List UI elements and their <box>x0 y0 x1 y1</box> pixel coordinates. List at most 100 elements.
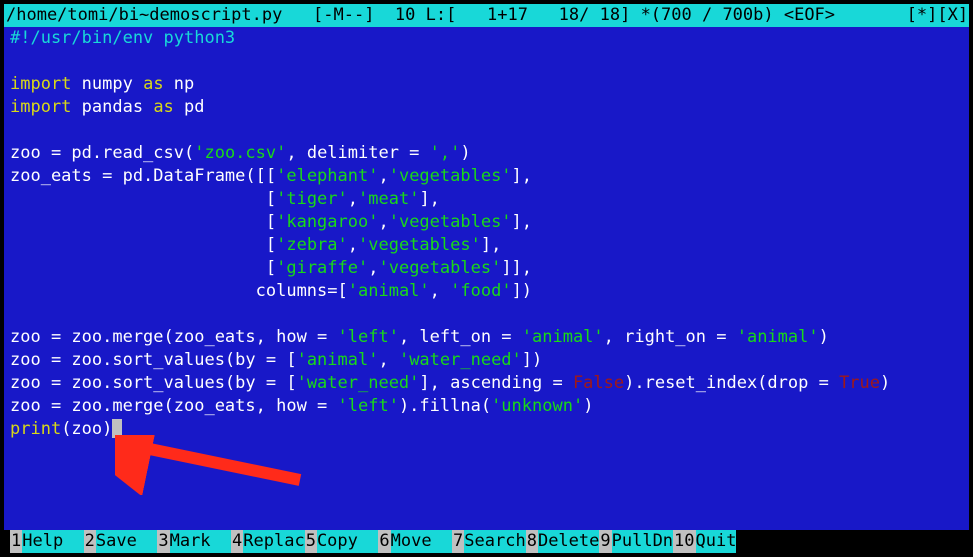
string: 'left' <box>338 396 399 416</box>
fkey-label: Help <box>22 530 83 553</box>
code: ).reset_index(drop = <box>624 373 839 393</box>
code: , <box>430 281 450 301</box>
editor-window: /home/tomi/bi~demoscript.py [-M--] 10 L:… <box>4 4 969 553</box>
fkey-num: 2 <box>84 530 96 553</box>
module: numpy <box>82 74 133 94</box>
fkey-num: 9 <box>599 530 611 553</box>
string: 'food' <box>450 281 511 301</box>
fkey-num: 3 <box>157 530 169 553</box>
code: , delimiter = <box>286 143 429 163</box>
fkey-copy[interactable]: 5Copy <box>305 530 379 553</box>
function-key-bar: 1Help 2Save 3Mark 4Replac 5Copy 6Move 7S… <box>4 530 969 553</box>
code: zoo = pd.read_csv( <box>10 143 194 163</box>
kw-as: as <box>133 74 174 94</box>
code: [ <box>10 212 276 232</box>
code: ]) <box>522 350 542 370</box>
fkey-num: 6 <box>378 530 390 553</box>
kw-as: as <box>143 97 184 117</box>
code: , left_on = <box>399 327 522 347</box>
code: , <box>378 350 398 370</box>
fkey-label: Search <box>464 530 525 553</box>
title-bar: /home/tomi/bi~demoscript.py [-M--] 10 L:… <box>4 4 969 27</box>
code: zoo = zoo.merge(zoo_eats, how = <box>10 396 338 416</box>
code: , <box>348 189 358 209</box>
fkey-save[interactable]: 2Save <box>84 530 158 553</box>
fkey-help[interactable]: 1Help <box>10 530 84 553</box>
string: 'giraffe' <box>276 258 368 278</box>
kw-bool: False <box>573 373 624 393</box>
fkey-num: 7 <box>452 530 464 553</box>
fkey-mark[interactable]: 3Mark <box>157 530 231 553</box>
fkey-label: Copy <box>317 530 378 553</box>
code: ], <box>512 212 532 232</box>
fkey-num: 4 <box>231 530 243 553</box>
string: 'vegetables' <box>378 258 501 278</box>
string: 'tiger' <box>276 189 348 209</box>
code: , right_on = <box>604 327 737 347</box>
string: 'water_need' <box>297 373 420 393</box>
code: columns=[ <box>10 281 348 301</box>
code: ], <box>419 189 439 209</box>
module: pandas <box>82 97 143 117</box>
kw-import: import <box>10 97 82 117</box>
string: 'water_need' <box>399 350 522 370</box>
code: , <box>378 166 388 186</box>
string: 'animal' <box>522 327 604 347</box>
code: ) <box>819 327 829 347</box>
string: 'meat' <box>358 189 419 209</box>
string: 'kangaroo' <box>276 212 378 232</box>
code: ], ascending = <box>419 373 573 393</box>
code-area[interactable]: #!/usr/bin/env python3 import numpy as n… <box>4 27 969 530</box>
string: 'vegetables' <box>389 212 512 232</box>
code: (zoo) <box>61 419 112 439</box>
string: 'left' <box>338 327 399 347</box>
kw-import: import <box>10 74 82 94</box>
fkey-pulldn[interactable]: 9PullDn <box>599 530 673 553</box>
code: zoo_eats = pd.DataFrame([[ <box>10 166 276 186</box>
fkey-quit[interactable]: 10Quit <box>673 530 736 553</box>
code: , <box>348 235 358 255</box>
fkey-replace[interactable]: 4Replac <box>231 530 305 553</box>
fkey-num: 1 <box>10 530 22 553</box>
code: zoo = zoo.sort_values(by = [ <box>10 350 297 370</box>
code: ) <box>880 373 890 393</box>
code: [ <box>10 258 276 278</box>
code: ], <box>512 166 532 186</box>
kw-bool: True <box>839 373 880 393</box>
code: , <box>378 212 388 232</box>
fkey-num: 10 <box>673 530 695 553</box>
alias: pd <box>184 97 204 117</box>
string: 'zoo.csv' <box>194 143 286 163</box>
file-path: /home/tomi/bi~demoscript.py <box>6 4 282 27</box>
fkey-label: Replac <box>243 530 304 553</box>
string: 'vegetables' <box>389 166 512 186</box>
code: ) <box>583 396 593 416</box>
code: , <box>368 258 378 278</box>
string: 'vegetables' <box>358 235 481 255</box>
string: 'elephant' <box>276 166 378 186</box>
builtin: print <box>10 419 61 439</box>
string: 'unknown' <box>491 396 583 416</box>
fkey-search[interactable]: 7Search <box>452 530 526 553</box>
string: 'animal' <box>348 281 430 301</box>
code: ]], <box>501 258 532 278</box>
fkey-delete[interactable]: 8Delete <box>526 530 600 553</box>
fkey-move[interactable]: 6Move <box>378 530 452 553</box>
code: ], <box>481 235 501 255</box>
cursor <box>112 419 122 438</box>
shebang: #!/usr/bin/env python3 <box>10 28 235 48</box>
fkey-label: Delete <box>538 530 599 553</box>
code: ).fillna( <box>399 396 491 416</box>
fkey-num: 5 <box>305 530 317 553</box>
string: 'animal' <box>737 327 819 347</box>
code: ]) <box>512 281 532 301</box>
string: 'zebra' <box>276 235 348 255</box>
alias: np <box>174 74 194 94</box>
code: [ <box>10 235 276 255</box>
fkey-label: PullDn <box>612 530 673 553</box>
string: ',' <box>430 143 461 163</box>
code: zoo = zoo.sort_values(by = [ <box>10 373 297 393</box>
fkey-label: Mark <box>170 530 231 553</box>
fkey-label: Save <box>96 530 157 553</box>
code: zoo = zoo.merge(zoo_eats, how = <box>10 327 338 347</box>
